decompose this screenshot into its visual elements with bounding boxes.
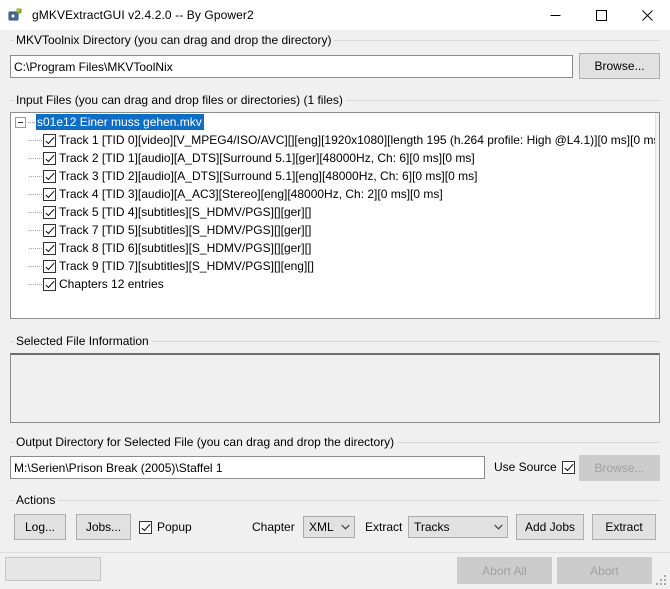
chevron-down-icon [490, 524, 507, 530]
tree-connector [29, 247, 42, 249]
track-label: Track 8 [TID 6][subtitles][S_HDMV/PGS][]… [59, 241, 312, 255]
window-title: gMKVExtractGUI v2.4.2.0 -- By Gpower2 [32, 8, 254, 22]
tree-connector [29, 229, 42, 231]
tree-connector [29, 175, 42, 177]
input-files-tree[interactable]: s01e12 Einer muss gehen.mkv Track 1 [TID… [10, 112, 660, 319]
window-controls [532, 0, 670, 30]
tree-track-row[interactable]: Chapters 12 entries [11, 275, 659, 293]
track-label: Chapters 12 entries [59, 277, 164, 291]
chapter-label: Chapter [252, 520, 295, 534]
popup-checkbox[interactable]: Popup [139, 520, 192, 534]
tree-track-row[interactable]: Track 7 [TID 5][subtitles][S_HDMV/PGS][]… [11, 221, 659, 239]
tree-root-label: s01e12 Einer muss gehen.mkv [36, 114, 204, 130]
input-files-label: Input Files (you can drag and drop files… [14, 94, 346, 107]
popup-label: Popup [157, 520, 192, 534]
use-source-checkbox-box[interactable] [561, 460, 575, 474]
selected-file-information-group: Selected File Information [10, 335, 660, 349]
use-source-checkbox[interactable]: Use Source [494, 460, 575, 474]
track-label: Track 7 [TID 5][subtitles][S_HDMV/PGS][]… [59, 223, 312, 237]
track-checkbox[interactable] [43, 133, 56, 147]
tree-track-row[interactable]: Track 9 [TID 7][subtitles][S_HDMV/PGS][]… [11, 257, 659, 275]
track-checkbox[interactable] [43, 151, 56, 165]
close-icon[interactable] [624, 0, 670, 30]
tree-connector [29, 193, 42, 195]
track-label: Track 1 [TID 0][video][V_MPEG4/ISO/AVC][… [59, 133, 659, 147]
group-frame [10, 500, 660, 508]
tree-track-row[interactable]: Track 2 [TID 1][audio][A_DTS][Surround 5… [11, 149, 659, 167]
add-jobs-button[interactable]: Add Jobs [516, 514, 584, 540]
mkvtoolnix-path-input[interactable]: C:\Program Files\MKVToolNix [10, 55, 573, 78]
chevron-down-icon [337, 524, 354, 530]
output-browse-button: Browse... [579, 455, 660, 481]
track-checkbox[interactable] [43, 241, 56, 255]
extract-mode-label: Extract [365, 520, 403, 534]
selected-file-information-label: Selected File Information [14, 335, 152, 348]
output-path-input[interactable]: M:\Serien\Prison Break (2005)\Staffel 1 [10, 456, 485, 479]
track-label: Track 9 [TID 7][subtitles][S_HDMV/PGS][]… [59, 259, 314, 273]
abort-all-button: Abort All [457, 557, 552, 584]
track-checkbox[interactable] [43, 259, 56, 273]
output-directory-label: Output Directory for Selected File (you … [14, 436, 398, 449]
resize-grip-icon[interactable] [656, 575, 668, 587]
track-label: Track 4 [TID 3][audio][A_AC3][Stereo][en… [59, 187, 443, 201]
actions-group: Actions [10, 494, 660, 508]
mkvtoolnix-browse-button[interactable]: Browse... [579, 53, 660, 79]
tree-connector [29, 265, 42, 267]
extract-button[interactable]: Extract [592, 514, 656, 540]
track-label: Track 3 [TID 2][audio][A_DTS][Surround 5… [59, 169, 478, 183]
tree-connector [29, 211, 42, 213]
tree-track-row[interactable]: Track 8 [TID 6][subtitles][S_HDMV/PGS][]… [11, 239, 659, 257]
tree-connector [29, 157, 42, 159]
use-source-label: Use Source [494, 460, 557, 474]
abort-button: Abort [557, 557, 652, 584]
title-bar: gMKVExtractGUI v2.4.2.0 -- By Gpower2 [0, 0, 670, 31]
maximize-icon[interactable] [578, 0, 624, 30]
extract-mode-select[interactable]: Tracks [408, 516, 508, 538]
track-label: Track 5 [TID 4][subtitles][S_HDMV/PGS][]… [59, 205, 312, 219]
progress-panel [5, 557, 101, 581]
collapse-expander-icon[interactable] [15, 116, 26, 128]
tree-track-list: Track 1 [TID 0][video][V_MPEG4/ISO/AVC][… [11, 131, 659, 293]
tree-connector [29, 283, 42, 285]
input-files-group: Input Files (you can drag and drop files… [10, 94, 660, 108]
output-path-value: M:\Serien\Prison Break (2005)\Staffel 1 [14, 460, 223, 475]
log-button[interactable]: Log... [14, 514, 66, 540]
output-directory-group: Output Directory for Selected File (you … [10, 436, 660, 450]
tree-track-row[interactable]: Track 3 [TID 2][audio][A_DTS][Surround 5… [11, 167, 659, 185]
minimize-icon[interactable] [532, 0, 578, 30]
tree-vertical-scrollbar[interactable] [655, 113, 659, 318]
app-icon [8, 7, 24, 23]
chapter-format-value: XML [309, 520, 334, 534]
status-bar: Abort All Abort [0, 552, 670, 589]
track-checkbox[interactable] [43, 223, 56, 237]
mkvtoolnix-directory-label: MKVToolnix Directory (you can drag and d… [14, 34, 335, 47]
tree-track-row[interactable]: Track 4 [TID 3][audio][A_AC3][Stereo][en… [11, 185, 659, 203]
track-checkbox[interactable] [43, 169, 56, 183]
popup-checkbox-box[interactable] [139, 520, 152, 534]
tree-track-row[interactable]: Track 5 [TID 4][subtitles][S_HDMV/PGS][]… [11, 203, 659, 221]
tree-connector [29, 139, 42, 141]
track-checkbox[interactable] [43, 187, 56, 201]
track-label: Track 2 [TID 1][audio][A_DTS][Surround 5… [59, 151, 475, 165]
tree-connector [28, 121, 35, 123]
jobs-button[interactable]: Jobs... [76, 514, 131, 540]
extract-mode-value: Tracks [414, 520, 450, 534]
tree-track-row[interactable]: Track 1 [TID 0][video][V_MPEG4/ISO/AVC][… [11, 131, 659, 149]
chapter-format-select[interactable]: XML [303, 516, 355, 538]
selected-file-information-panel [10, 353, 660, 423]
track-checkbox[interactable] [43, 205, 56, 219]
tree-root-node[interactable]: s01e12 Einer muss gehen.mkv [11, 113, 659, 131]
mkvtoolnix-path-value: C:\Program Files\MKVToolNix [14, 59, 173, 74]
track-checkbox[interactable] [43, 277, 56, 291]
actions-label: Actions [14, 494, 59, 507]
